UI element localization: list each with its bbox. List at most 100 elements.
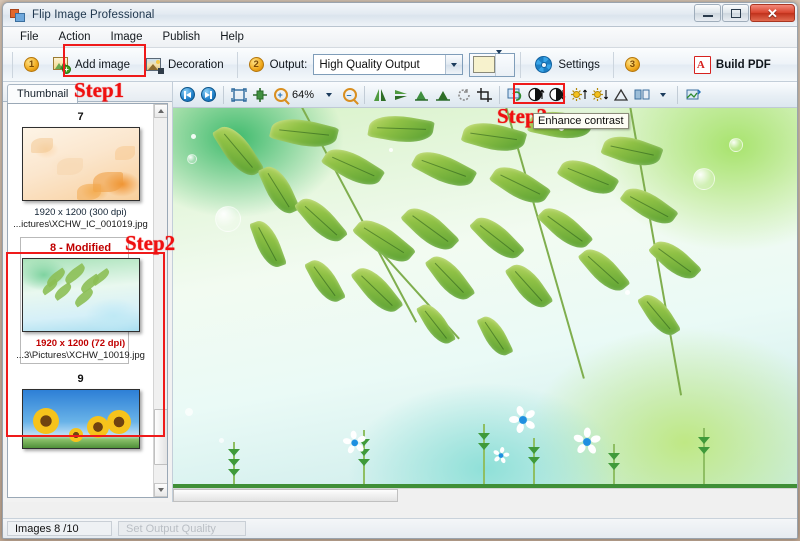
- decoration-button[interactable]: Decoration: [138, 52, 232, 78]
- thumbnail-sidebar: Thumbnail 7 1920 x 1200 (300 dpi) ...ict…: [3, 82, 173, 502]
- rotate-free-icon: [457, 88, 470, 101]
- enhance-contrast-tooltip: Enhance contrast: [533, 113, 629, 129]
- tab-thumbnail[interactable]: Thumbnail: [7, 84, 79, 103]
- chevron-down-icon: [325, 92, 332, 97]
- zoom-level-value: 64%: [292, 88, 315, 101]
- title-bar: Flip Image Professional ✕: [3, 3, 797, 27]
- decorative-flower: [492, 446, 510, 464]
- toolbar-separator-2: [364, 85, 366, 104]
- close-icon: ✕: [767, 5, 778, 21]
- rotate-left-button[interactable]: [411, 84, 432, 105]
- preview-image: [173, 108, 797, 488]
- split-view-dropdown[interactable]: [652, 84, 673, 105]
- contrast-increase-icon: [528, 87, 545, 102]
- image-toolbar: + 64% –: [173, 82, 797, 108]
- zoom-out-button[interactable]: –: [339, 84, 360, 105]
- add-image-icon: +: [53, 56, 71, 74]
- image-canvas-area[interactable]: [173, 108, 797, 502]
- chevron-down-icon: [659, 92, 666, 97]
- scrollbar-thumb[interactable]: [154, 409, 167, 465]
- resize-grip-icon[interactable]: [779, 521, 793, 536]
- next-image-button[interactable]: [198, 84, 219, 105]
- scroll-down-button[interactable]: [154, 483, 167, 497]
- maximize-button[interactable]: [722, 4, 749, 22]
- thumbnail-image[interactable]: [21, 389, 140, 449]
- output-dropdown-arrow[interactable]: [445, 55, 463, 74]
- split-view-button[interactable]: [631, 84, 652, 105]
- build-pdf-button[interactable]: A Build PDF: [686, 52, 779, 78]
- restore-image-button[interactable]: [504, 84, 525, 105]
- app-icon: [10, 7, 26, 23]
- list-item[interactable]: 7 1920 x 1200 (300 dpi) ...ictures\XCHW_…: [12, 106, 149, 235]
- settings-label: Settings: [558, 58, 600, 71]
- menu-image[interactable]: Image: [103, 29, 151, 45]
- reset-image-icon: [686, 89, 701, 99]
- thumbnail-path: ...ictures\XCHW_IC_001019.jpg: [13, 219, 148, 230]
- status-secondary: Set Output Quality: [118, 521, 246, 536]
- rotate-free-button[interactable]: [453, 84, 474, 105]
- menu-help[interactable]: Help: [212, 29, 252, 45]
- first-image-button[interactable]: [177, 84, 198, 105]
- sidebar-scrollbar[interactable]: [153, 104, 167, 497]
- output-label: Output:: [269, 58, 308, 71]
- chevron-up-icon: [158, 109, 164, 113]
- tab-thumbnail-label: Thumbnail: [17, 88, 69, 100]
- output-quality-select[interactable]: High Quality Output: [313, 54, 464, 75]
- flip-horizontal-button[interactable]: [369, 84, 390, 105]
- menu-action[interactable]: Action: [51, 29, 99, 45]
- brightness-increase-button[interactable]: [568, 84, 589, 105]
- editor-pane: + 64% –: [173, 82, 797, 502]
- chevron-down-icon: [158, 488, 164, 492]
- output-quality-value: High Quality Output: [319, 58, 420, 71]
- close-button[interactable]: ✕: [750, 4, 795, 22]
- brightness-increase-icon: [571, 88, 588, 101]
- zoom-in-icon: +: [273, 87, 288, 102]
- scroll-up-button[interactable]: [154, 104, 167, 118]
- flip-vertical-button[interactable]: [390, 84, 411, 105]
- first-image-icon: [180, 87, 195, 102]
- fit-width-icon: [252, 87, 267, 102]
- step-badge-2: 2: [248, 57, 264, 72]
- thumbnail-pane[interactable]: 7 1920 x 1200 (300 dpi) ...ictures\XCHW_…: [7, 103, 168, 498]
- sharpen-icon: [613, 88, 628, 101]
- menu-publish[interactable]: Publish: [154, 29, 208, 45]
- contrast-decrease-button[interactable]: [547, 84, 568, 105]
- brightness-decrease-button[interactable]: [589, 84, 610, 105]
- step-badge-3: 3: [624, 57, 640, 72]
- fit-width-button[interactable]: [249, 84, 270, 105]
- crop-button[interactable]: [474, 84, 495, 105]
- decoration-label: Decoration: [167, 58, 224, 71]
- gear-icon: [534, 55, 553, 74]
- color-dropdown-arrow[interactable]: [495, 49, 513, 76]
- scrollbar-thumb[interactable]: [173, 489, 398, 502]
- toolbar-separator-2: [236, 51, 238, 78]
- fit-page-button[interactable]: [228, 84, 249, 105]
- status-images-count: Images 8 /10: [7, 521, 112, 536]
- toolbar-separator-3: [499, 85, 501, 104]
- settings-button[interactable]: Settings: [526, 52, 608, 78]
- next-image-icon: [201, 87, 216, 102]
- contrast-increase-button[interactable]: [526, 84, 547, 105]
- list-item[interactable]: 8 - Modified 1920 x 1200 (72 dpi) ...3\P…: [12, 237, 149, 366]
- add-image-button[interactable]: + Add image: [45, 52, 138, 78]
- menu-file[interactable]: File: [12, 29, 47, 45]
- minimize-button[interactable]: [694, 4, 721, 22]
- contrast-decrease-icon: [549, 87, 566, 102]
- maximize-icon: [730, 8, 741, 18]
- rotate-right-button[interactable]: [432, 84, 453, 105]
- reset-image-button[interactable]: [682, 84, 703, 105]
- toolbar-separator: [12, 51, 13, 78]
- thumbnail-image[interactable]: [21, 258, 140, 332]
- screenshot-root: Flip Image Professional ✕ File Action Im…: [0, 0, 800, 541]
- zoom-dropdown-button[interactable]: [318, 84, 339, 105]
- list-item[interactable]: 9: [12, 368, 149, 453]
- toolbar-separator-3: [520, 51, 522, 78]
- sharpen-button[interactable]: [610, 84, 631, 105]
- thumbnail-path: ...3\Pictures\XCHW_10019.jpg: [16, 350, 145, 361]
- toolbar-separator-4: [612, 51, 614, 78]
- zoom-in-button[interactable]: +: [270, 84, 291, 105]
- thumbnail-image[interactable]: [21, 127, 140, 201]
- canvas-horizontal-scrollbar[interactable]: [173, 488, 797, 502]
- background-color-select[interactable]: [469, 49, 516, 77]
- thumbnail-dimensions: 1920 x 1200 (300 dpi): [34, 207, 127, 218]
